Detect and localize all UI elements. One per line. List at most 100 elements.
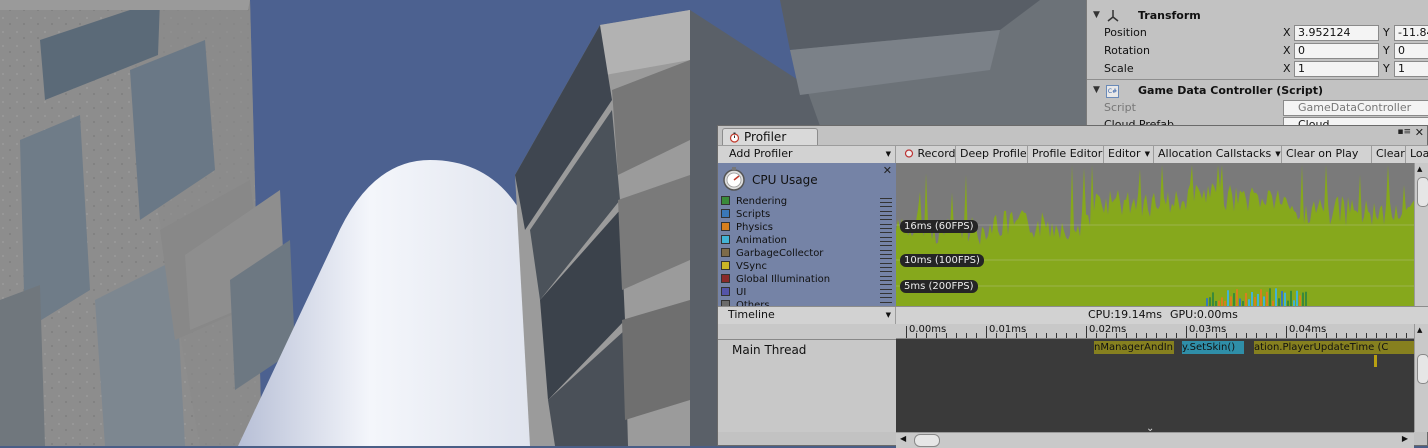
- scroll-up-icon[interactable]: ▲: [1417, 326, 1422, 334]
- scroll-right-icon[interactable]: ▶: [1402, 434, 1408, 443]
- timeline-area[interactable]: nManagerAndIn y.SetSkin() ation.PlayerUp…: [896, 339, 1414, 432]
- category-color-swatch[interactable]: [721, 273, 730, 283]
- category-item[interactable]: GarbageCollector: [721, 247, 823, 260]
- minor-tick: [1106, 333, 1107, 338]
- drag-handle-icon[interactable]: [880, 276, 892, 285]
- drag-handle-icon[interactable]: [880, 263, 892, 272]
- category-item[interactable]: Scripts: [721, 208, 770, 221]
- timeline-marker-small[interactable]: [1394, 341, 1414, 354]
- minor-tick: [996, 333, 997, 338]
- rotation-y-field[interactable]: 0: [1394, 43, 1428, 59]
- allocation-callstacks-dropdown[interactable]: Allocation Callstacks ▼: [1154, 146, 1282, 163]
- transform-header[interactable]: ▼ Transform: [1087, 7, 1428, 24]
- scale-y-axis[interactable]: Y: [1383, 60, 1390, 77]
- threshold-label-60fps: 16ms (60FPS): [900, 220, 978, 233]
- cpu-graph-spike: [1290, 290, 1292, 306]
- minor-tick: [1286, 333, 1287, 338]
- timeline-toolbar: Timeline ▼ CPU:19.14ms GPU:0.00ms: [718, 306, 1428, 325]
- scale-x-field[interactable]: 1: [1294, 61, 1379, 77]
- rotation-x-field[interactable]: 0: [1294, 43, 1379, 59]
- cpu-graph-spike: [1257, 293, 1259, 306]
- scroll-left-icon[interactable]: ◀: [900, 434, 906, 443]
- cpu-graph-spike: [1269, 288, 1271, 306]
- record-toggle[interactable]: Record: [900, 146, 956, 163]
- threshold-label-200fps: 5ms (200FPS): [900, 280, 978, 293]
- cpu-graph-spike: [1230, 296, 1232, 306]
- game-data-title: Game Data Controller (Script): [1138, 84, 1324, 97]
- load-button[interactable]: Load: [1406, 146, 1428, 163]
- tab-profiler[interactable]: Profiler: [722, 128, 818, 146]
- position-x-field[interactable]: 3.952124: [1294, 25, 1379, 41]
- scale-y-field[interactable]: 1: [1394, 61, 1428, 77]
- category-color-swatch[interactable]: [721, 195, 730, 205]
- scroll-up-icon[interactable]: ▲: [1417, 165, 1422, 173]
- minor-tick: [1096, 333, 1097, 338]
- category-color-swatch[interactable]: [721, 260, 730, 270]
- cpu-graph-spike: [1233, 293, 1235, 306]
- graph-scrollbar[interactable]: ▲: [1414, 163, 1428, 306]
- drag-handle-icon[interactable]: [880, 250, 892, 259]
- drag-handle-icon[interactable]: [880, 224, 892, 233]
- add-profiler-dropdown[interactable]: Add Profiler ▼: [718, 146, 896, 163]
- position-y-axis[interactable]: Y: [1383, 24, 1390, 41]
- view-mode-dropdown[interactable]: Timeline ▼: [718, 307, 896, 324]
- drag-handle-icon[interactable]: [880, 198, 892, 207]
- category-color-swatch[interactable]: [721, 234, 730, 244]
- category-item[interactable]: Others: [721, 299, 770, 306]
- category-item[interactable]: Animation: [721, 234, 787, 247]
- scroll-thumb[interactable]: [914, 434, 940, 447]
- minor-tick: [1386, 333, 1387, 338]
- clear-on-play-toggle[interactable]: Clear on Play: [1282, 146, 1372, 163]
- script-field: GameDataController: [1283, 100, 1428, 116]
- drag-handle-icon[interactable]: [880, 211, 892, 220]
- minor-tick: [1026, 333, 1027, 338]
- position-x-axis[interactable]: X: [1283, 24, 1291, 41]
- minor-tick: [1126, 333, 1127, 338]
- profile-editor-toggle[interactable]: Profile Editor: [1028, 146, 1104, 163]
- minor-tick: [1266, 333, 1267, 338]
- minor-tick: [946, 333, 947, 338]
- clear-button[interactable]: Clear: [1372, 146, 1406, 163]
- minor-tick: [976, 333, 977, 338]
- minor-tick: [986, 333, 987, 338]
- category-item[interactable]: Rendering: [721, 195, 787, 208]
- thread-main[interactable]: Main Thread: [732, 343, 806, 357]
- minor-tick: [966, 333, 967, 338]
- category-item[interactable]: VSync: [721, 260, 767, 273]
- category-color-swatch[interactable]: [721, 247, 730, 257]
- scale-x-axis[interactable]: X: [1283, 60, 1291, 77]
- category-label: Global Illumination: [736, 274, 831, 285]
- cpu-graph-spike: [1209, 297, 1211, 306]
- deep-profile-toggle[interactable]: Deep Profile: [956, 146, 1028, 163]
- minor-tick: [1156, 333, 1157, 338]
- category-color-swatch[interactable]: [721, 208, 730, 218]
- position-y-field[interactable]: -11.84: [1394, 25, 1428, 41]
- category-item[interactable]: UI: [721, 286, 746, 299]
- game-data-header[interactable]: ▼ C# Game Data Controller (Script): [1087, 82, 1428, 99]
- category-color-swatch[interactable]: [721, 221, 730, 231]
- rotation-x-axis[interactable]: X: [1283, 42, 1291, 59]
- timeline-marker[interactable]: nManagerAndIn: [1094, 341, 1174, 354]
- category-color-swatch[interactable]: [721, 286, 730, 296]
- menu-icon[interactable]: ▪≡: [1397, 127, 1411, 137]
- timeline-marker[interactable]: ation.PlayerUpdateTime (C: [1254, 341, 1394, 354]
- close-module-icon[interactable]: ✕: [883, 164, 892, 177]
- scroll-thumb[interactable]: [1417, 354, 1428, 384]
- drag-handle-icon[interactable]: [880, 237, 892, 246]
- category-item[interactable]: Global Illumination: [721, 273, 830, 286]
- minor-tick: [1006, 333, 1007, 338]
- cpu-usage-module[interactable]: CPU Usage ✕ Rendering Scripts Physics Anima…: [718, 163, 897, 306]
- fold-arrow-icon[interactable]: ▼: [1093, 82, 1100, 99]
- timeline-vscrollbar[interactable]: ▲: [1414, 324, 1428, 432]
- timeline-marker-small[interactable]: [1374, 355, 1377, 367]
- timeline-marker[interactable]: y.SetSkin(): [1182, 341, 1244, 354]
- category-item[interactable]: Physics: [721, 221, 773, 234]
- drag-handle-icon[interactable]: [880, 289, 892, 298]
- rotation-y-axis[interactable]: Y: [1383, 42, 1390, 59]
- fold-arrow-icon[interactable]: ▼: [1093, 7, 1100, 24]
- close-icon[interactable]: ✕: [1415, 126, 1424, 139]
- editor-target-dropdown[interactable]: Editor ▼: [1104, 146, 1154, 163]
- scroll-thumb[interactable]: [1417, 177, 1428, 207]
- time-ruler[interactable]: 0.00ms 0.01ms 0.02ms 0.03ms 0.04ms: [896, 324, 1414, 339]
- chevron-down-icon[interactable]: ⌄: [1146, 423, 1154, 432]
